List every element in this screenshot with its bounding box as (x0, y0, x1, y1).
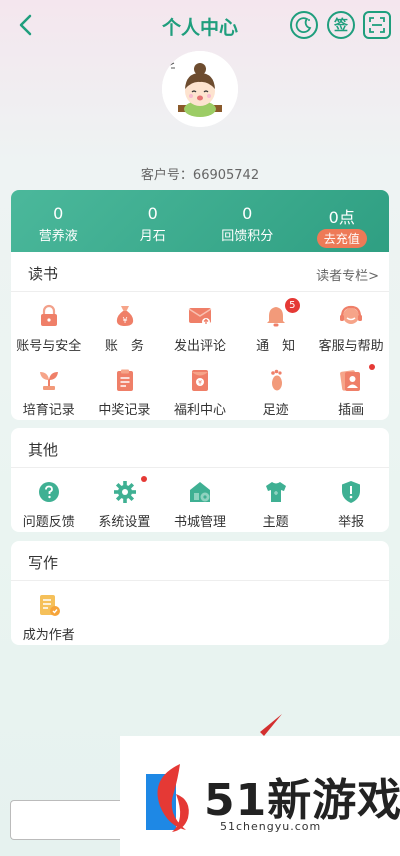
menu-item-label: 通 知 (256, 339, 296, 354)
other-grid: 问题反馈 系统设置 书城管理 主题 举报 (11, 468, 389, 532)
menu-item-settings[interactable]: 系统设置 (87, 468, 163, 532)
gear-icon (113, 480, 137, 504)
lock-icon (37, 304, 61, 328)
writing-card-header: 写作 (11, 541, 389, 581)
menu-item-theme[interactable]: 主题 (238, 468, 314, 532)
menu-item-feedback[interactable]: 问题反馈 (11, 468, 87, 532)
menu-item-label: 系统设置 (98, 515, 151, 530)
reader-column-link[interactable]: 读者专栏> (316, 265, 379, 284)
reading-card: 读书 读者专栏> 账号与安全 ¥ 账 务 发出评论 5 通 知 客服与帮助 培育… (11, 252, 389, 420)
red-envelope-icon: ¥ (188, 368, 212, 392)
stat-value: 0 (242, 204, 253, 223)
menu-item-label: 问题反馈 (22, 515, 75, 530)
author-icon (37, 593, 61, 617)
menu-item-notifications[interactable]: 5 通 知 (238, 292, 314, 356)
stat-moonstone[interactable]: 0 月石 (106, 190, 201, 252)
menu-item-label: 账号与安全 (16, 339, 82, 354)
bookstore-icon (188, 480, 212, 504)
menu-item-cultivation[interactable]: 培育记录 (11, 356, 87, 420)
night-mode-button[interactable] (290, 11, 318, 39)
menu-item-label: 中奖记录 (98, 403, 151, 418)
stat-label: 回馈积分 (221, 229, 274, 244)
writing-title: 写作 (28, 554, 59, 572)
notification-badge: 5 (284, 298, 300, 313)
ad-name: 51新游戏 (204, 775, 400, 826)
scan-icon (369, 17, 385, 33)
menu-item-label: 成为作者 (22, 628, 75, 643)
ad-banner: 51新游戏 51chengyu.com (120, 736, 400, 856)
menu-item-billing[interactable]: ¥ 账 务 (87, 292, 163, 356)
writing-card: 写作 成为作者 (11, 541, 389, 645)
menu-item-label: 客服与帮助 (318, 339, 384, 354)
stat-label: 月石 (139, 229, 166, 244)
stat-points[interactable]: 0 回馈积分 (200, 190, 295, 252)
comment-mail-icon (188, 304, 212, 328)
other-card: 其他 问题反馈 系统设置 书城管理 主题 举报 (11, 428, 389, 532)
bottom-input-box (10, 800, 122, 840)
customer-id: 66905742 (192, 168, 260, 183)
illustration-icon (339, 368, 363, 392)
ad-logo-icon (146, 760, 202, 836)
avatar[interactable] (162, 51, 238, 127)
money-bag-icon: ¥ (113, 304, 137, 328)
menu-item-label: 账 务 (104, 339, 144, 354)
bell-icon (264, 304, 288, 328)
sprout-icon (37, 368, 61, 392)
stat-label: 营养液 (38, 229, 78, 244)
other-card-header: 其他 (11, 428, 389, 468)
menu-item-illustrations[interactable]: 插画 (313, 356, 389, 420)
reading-title: 读书 (28, 265, 59, 283)
stat-nutrient[interactable]: 0 营养液 (11, 190, 106, 252)
sign-in-button[interactable]: 签 (327, 11, 355, 39)
footprint-icon (264, 368, 288, 392)
menu-item-label: 福利中心 (173, 403, 226, 418)
stats-bar: 0 营养液 0 月石 0 回馈积分 0点 去充值 (11, 190, 389, 252)
clipboard-icon (113, 368, 137, 392)
menu-item-report[interactable]: 举报 (313, 468, 389, 532)
menu-item-bookstore[interactable]: 书城管理 (162, 468, 238, 532)
new-indicator-dot (369, 364, 376, 370)
menu-item-account-security[interactable]: 账号与安全 (11, 292, 87, 356)
menu-item-customer-service[interactable]: 客服与帮助 (313, 292, 389, 356)
writing-grid: 成为作者 (11, 581, 389, 645)
customer-service-icon (339, 304, 363, 328)
menu-item-comments[interactable]: 发出评论 (162, 292, 238, 356)
menu-item-welfare[interactable]: ¥ 福利中心 (162, 356, 238, 420)
menu-item-label: 足迹 (262, 403, 289, 418)
shirt-icon (264, 480, 288, 504)
menu-item-label: 培育记录 (22, 403, 75, 418)
menu-item-label: 主题 (262, 515, 289, 530)
scan-button[interactable] (363, 11, 391, 39)
balance-value: 0点 (328, 208, 355, 227)
menu-item-label: 书城管理 (173, 515, 226, 530)
avatar-cartoon-icon (162, 51, 238, 127)
reading-card-header: 读书 读者专栏> (11, 252, 389, 292)
new-indicator-dot (140, 476, 147, 482)
ad-url: 51chengyu.com (220, 820, 322, 833)
other-title: 其他 (28, 441, 59, 459)
stat-balance: 0点 去充值 (295, 190, 390, 252)
sign-label: 签 (334, 18, 348, 34)
menu-item-become-author[interactable]: 成为作者 (11, 581, 87, 645)
customer-number: 客户号：66905742 (0, 164, 400, 183)
moon-icon (295, 17, 312, 34)
menu-item-footprints[interactable]: 足迹 (238, 356, 314, 420)
menu-item-label: 发出评论 (173, 339, 226, 354)
menu-item-prizes[interactable]: 中奖记录 (87, 356, 163, 420)
menu-item-label: 举报 (338, 515, 365, 530)
reading-grid: 账号与安全 ¥ 账 务 发出评论 5 通 知 客服与帮助 培育记录 中奖记录 ¥… (11, 292, 389, 420)
report-shield-icon (339, 480, 363, 504)
customer-label: 客户号： (140, 168, 193, 183)
question-icon (37, 480, 61, 504)
header-bar: 个人中心 签 (0, 0, 400, 52)
svg-text:¥: ¥ (198, 380, 202, 387)
menu-item-label: 插画 (338, 403, 365, 418)
recharge-button[interactable]: 去充值 (316, 229, 367, 248)
stat-value: 0 (147, 204, 158, 223)
stat-value: 0 (53, 204, 64, 223)
svg-text:¥: ¥ (122, 316, 127, 325)
